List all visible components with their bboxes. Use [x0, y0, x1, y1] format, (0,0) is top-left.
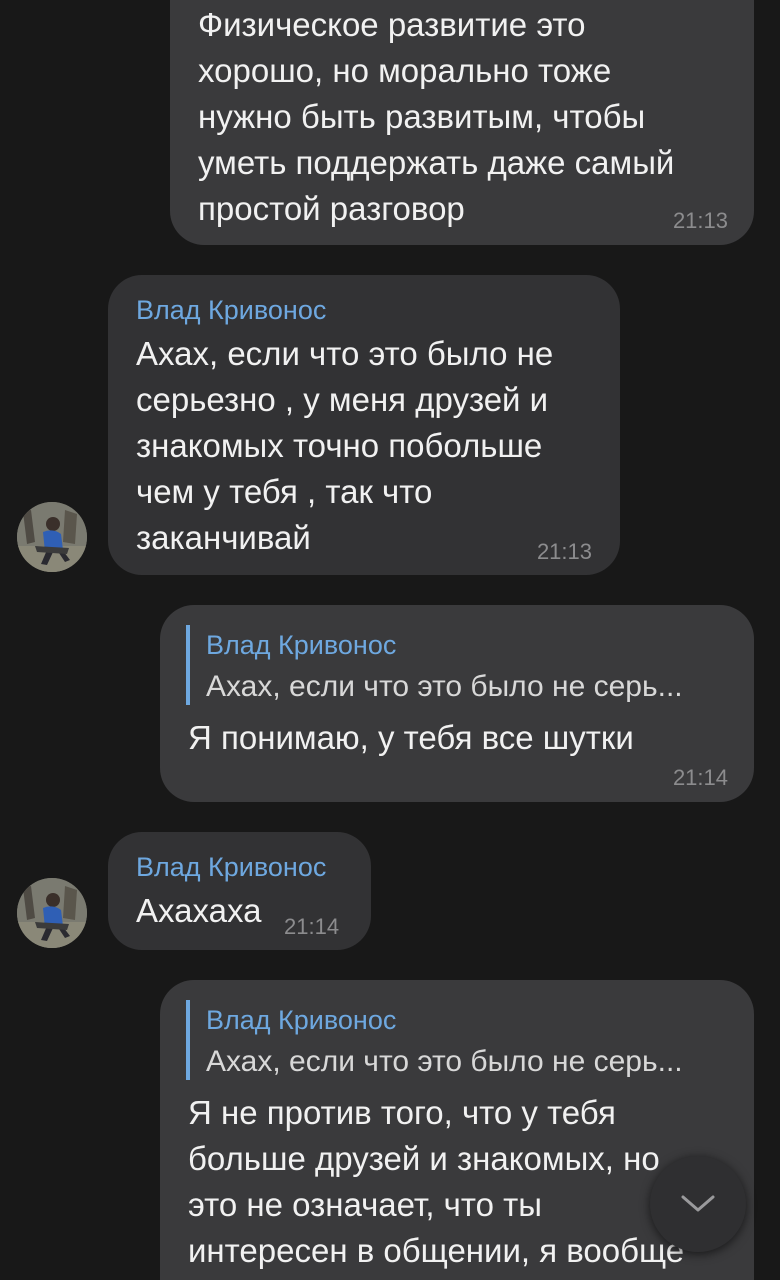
sender-name[interactable]: Влад Кривонос — [136, 295, 326, 326]
sender-name[interactable]: Влад Кривонос — [136, 852, 326, 883]
avatar-photo-icon — [17, 878, 87, 948]
chevron-down-icon — [681, 1195, 715, 1212]
reply-quote[interactable]: Влад Кривонос Ахах, если что это было не… — [186, 625, 683, 705]
message-text: Ахахаха — [136, 892, 262, 929]
message-text: Я понимаю, у тебя все шутки — [188, 719, 634, 756]
reply-quote[interactable]: Влад Кривонос Ахах, если что это было не… — [186, 1000, 683, 1080]
avatar[interactable] — [17, 878, 87, 948]
reply-text: Ахах, если что это было не серь... — [206, 1045, 683, 1078]
avatar-photo-icon — [17, 502, 87, 572]
chat-view[interactable]: Физическое развитие это хорошо, но морал… — [0, 0, 780, 1280]
message-time: 21:14 — [284, 914, 340, 939]
message-text: Ахах, если что это было не серьезно , у … — [136, 335, 554, 556]
message-time: 21:13 — [672, 208, 728, 233]
message-bubble-incoming[interactable]: Влад Кривонос Ахах, если что это было не… — [108, 275, 620, 575]
message-time: 21:14 — [672, 765, 728, 790]
message-text: Физическое развитие это хорошо, но морал… — [198, 6, 675, 227]
reply-sender-name: Влад Кривонос — [206, 1005, 397, 1035]
scroll-to-bottom-button[interactable] — [650, 1156, 746, 1252]
message-bubble-outgoing[interactable]: Влад Кривонос Ахах, если что это было не… — [160, 605, 754, 802]
message-bubble-outgoing[interactable]: Физическое развитие это хорошо, но морал… — [170, 0, 754, 245]
avatar[interactable] — [17, 502, 87, 572]
message-time: 21:13 — [536, 539, 592, 564]
message-bubble-incoming[interactable]: Влад Кривонос Ахахаха 21:14 — [108, 832, 371, 950]
message-text: Я не против того, что у тебя больше друз… — [188, 1094, 685, 1269]
reply-text: Ахах, если что это было не серь... — [206, 670, 683, 703]
reply-sender-name: Влад Кривонос — [206, 630, 397, 660]
